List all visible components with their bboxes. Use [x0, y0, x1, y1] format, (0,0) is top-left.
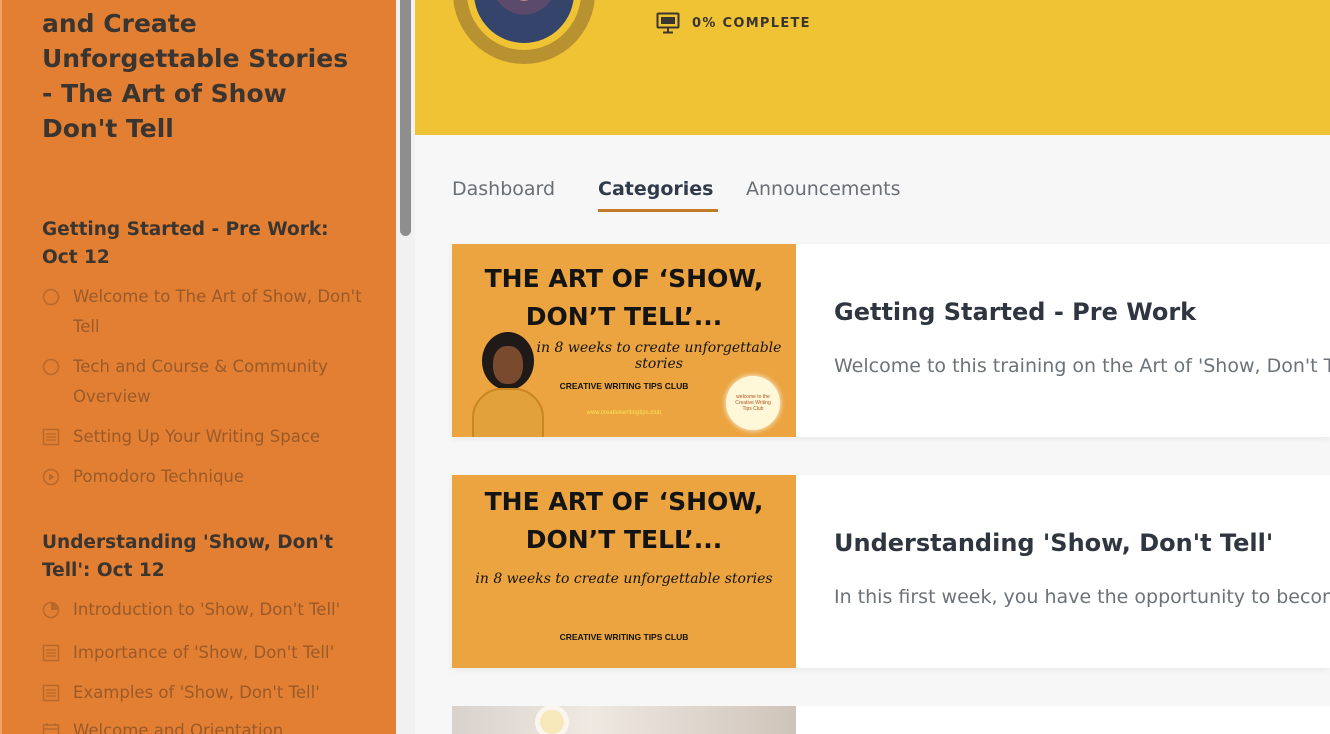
category-card[interactable]: THE ART OF ‘SHOW, DON’T TELL’... in 8 we…: [452, 244, 1330, 437]
monitor-icon: [656, 12, 680, 34]
lesson-item[interactable]: Setting Up Your Writing Space: [42, 422, 372, 452]
progress-label: 0% COMPLETE: [692, 15, 811, 31]
lesson-item[interactable]: Welcome and Orientation: [42, 716, 372, 734]
section-title-understanding[interactable]: Understanding 'Show, Don't Tell': Oct 12: [42, 529, 362, 585]
thumbnail-heading-line2: DON’T TELL’...: [525, 525, 723, 554]
lesson-label: Introduction to 'Show, Don't Tell': [73, 600, 341, 619]
category-thumbnail[interactable]: [452, 706, 796, 734]
tab-announcements[interactable]: Announcements: [746, 172, 901, 206]
section-title-getting-started[interactable]: Getting Started - Pre Work: Oct 12: [42, 216, 362, 272]
calendar-icon: [42, 723, 60, 734]
progress-circle-empty-icon: [42, 288, 60, 306]
text-document-icon: [42, 684, 60, 702]
category-card[interactable]: THE ART OF ‘SHOW, DON’T TELL’... in 8 we…: [452, 475, 1330, 668]
lesson-item[interactable]: Importance of 'Show, Don't Tell': [42, 638, 372, 668]
thumbnail-person-image: [472, 332, 544, 437]
category-description: Welcome to this training on the Art of '…: [834, 355, 1330, 377]
text-document-icon: [42, 428, 60, 446]
sidebar-scrollbar-thumb[interactable]: [400, 0, 411, 236]
flower-image: [540, 710, 564, 734]
thumbnail-badge-text: welcome to the Creative Writing Tips Clu…: [735, 394, 771, 412]
course-progress: 0% COMPLETE: [656, 12, 811, 34]
progress-circle-partial-icon: [42, 601, 60, 619]
category-title[interactable]: Getting Started - Pre Work: [834, 298, 1196, 326]
course-page: and Create Unforgettable Stories - The A…: [0, 0, 1330, 734]
lesson-label: Importance of 'Show, Don't Tell': [73, 643, 335, 662]
category-thumbnail: THE ART OF ‘SHOW, DON’T TELL’... in 8 we…: [452, 475, 796, 668]
course-sidebar: and Create Unforgettable Stories - The A…: [0, 0, 396, 734]
lesson-item[interactable]: Introduction to 'Show, Don't Tell': [42, 595, 372, 625]
tab-dashboard[interactable]: Dashboard: [452, 172, 555, 206]
course-title: and Create Unforgettable Stories - The A…: [42, 9, 349, 143]
thumbnail-heading-line1: THE ART OF ‘SHOW,: [484, 487, 764, 516]
thumbnail-heading-line2: DON’T TELL’...: [525, 302, 723, 331]
lesson-label: Pomodoro Technique: [73, 467, 245, 486]
category-card[interactable]: [796, 706, 1330, 734]
lesson-label: Welcome and Orientation: [73, 721, 284, 734]
thumbnail-heading-line1: THE ART OF ‘SHOW,: [484, 264, 764, 293]
thumbnail-subtitle: in 8 weeks to create unforgettable stori…: [475, 571, 773, 587]
lesson-label: Setting Up Your Writing Space: [73, 427, 321, 446]
lesson-label: Welcome to The Art of Show, Don't Tell: [73, 287, 362, 336]
category-description: In this first week, you have the opportu…: [834, 586, 1330, 608]
play-circle-icon: [42, 468, 60, 486]
lesson-item[interactable]: Welcome to The Art of Show, Don't Tell: [42, 282, 372, 342]
lesson-item[interactable]: Tech and Course & Community Overview: [42, 352, 372, 412]
lesson-item[interactable]: Examples of 'Show, Don't Tell': [42, 678, 372, 708]
lesson-item[interactable]: Pomodoro Technique: [42, 462, 372, 492]
lesson-label: Tech and Course & Community Overview: [73, 357, 328, 406]
lesson-label: Examples of 'Show, Don't Tell': [73, 683, 320, 702]
category-thumbnail: THE ART OF ‘SHOW, DON’T TELL’... in 8 we…: [452, 244, 796, 437]
tab-categories[interactable]: Categories: [598, 172, 719, 212]
thumbnail-club-name: CREATIVE WRITING TIPS CLUB: [559, 632, 689, 642]
progress-circle-empty-icon: [42, 358, 60, 376]
text-document-icon: [42, 644, 60, 662]
category-title[interactable]: Understanding 'Show, Don't Tell': [834, 529, 1273, 557]
thumbnail-subtitle: in 8 weeks to create unforgettable stori…: [536, 340, 782, 372]
